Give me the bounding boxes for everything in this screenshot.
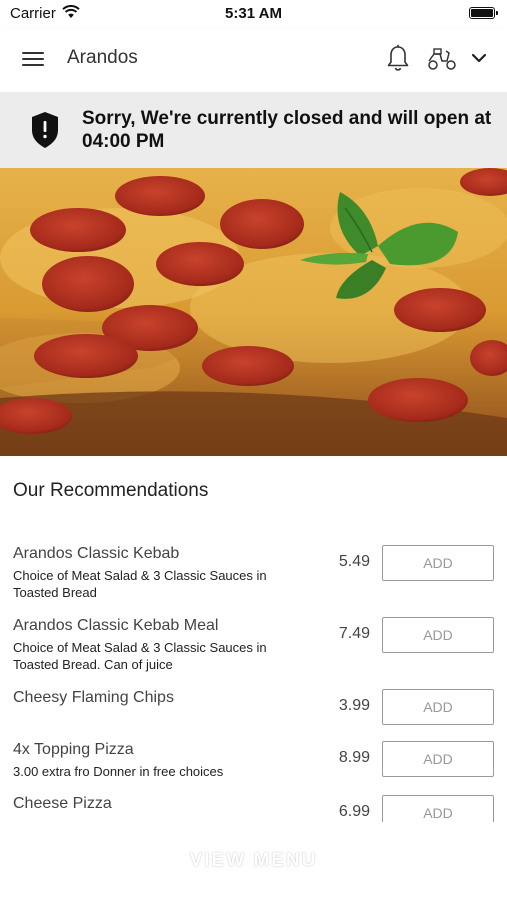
item-name: 4x Topping Pizza [13,741,134,758]
chevron-down-icon[interactable] [471,51,487,65]
item-description: Choice of Meat Salad & 3 Classic Sauces … [13,568,267,600]
recommendations-title: Our Recommendations [13,480,209,501]
add-button[interactable]: ADD [382,741,494,777]
status-bar: Carrier 5:31 AM [0,0,507,28]
item-price: 8.99 [338,749,370,766]
item-name: Arandos Classic Kebab Meal [13,617,219,634]
menu-item[interactable]: Arandos Classic Kebab Choice of Meat Sal… [0,535,507,607]
page-title: Arandos [67,47,138,68]
add-button[interactable]: ADD [382,617,494,653]
add-button[interactable]: ADD [382,689,494,725]
view-menu-button[interactable]: VIEW MENU [0,850,507,872]
menu-item[interactable]: Arandos Classic Kebab Meal Choice of Mea… [0,607,507,679]
item-price: 6.99 [338,803,370,820]
item-price: 7.49 [338,625,370,642]
closed-banner: Sorry, We're currently closed and will o… [0,92,507,168]
shield-alert-icon [32,112,58,148]
menu-icon[interactable] [22,49,46,69]
hero-pizza-image [0,168,507,456]
item-name: Cheese Pizza [13,795,112,812]
menu-item[interactable]: Cheese Pizza 6.99 ADD [0,785,507,822]
battery-icon [469,7,498,19]
item-price: 5.49 [338,553,370,570]
item-description: Choice of Meat Salad & 3 Classic Sauces … [13,640,267,672]
recommendations-list: Arandos Classic Kebab Choice of Meat Sal… [0,535,507,822]
item-name: Arandos Classic Kebab [13,545,180,562]
closed-message: Sorry, We're currently closed and will o… [82,108,492,152]
item-name: Cheesy Flaming Chips [13,689,174,706]
app-header: Arandos [0,28,507,92]
add-button[interactable]: ADD [382,795,494,822]
scooter-icon[interactable] [427,47,457,71]
item-price: 3.99 [338,697,370,714]
bell-icon[interactable] [386,44,410,72]
menu-item[interactable]: Cheesy Flaming Chips 3.99 ADD [0,679,507,731]
item-description: 3.00 extra fro Donner in free choices [13,764,224,779]
menu-item[interactable]: 4x Topping Pizza 3.00 extra fro Donner i… [0,731,507,785]
clock: 5:31 AM [225,5,282,22]
add-button[interactable]: ADD [382,545,494,581]
